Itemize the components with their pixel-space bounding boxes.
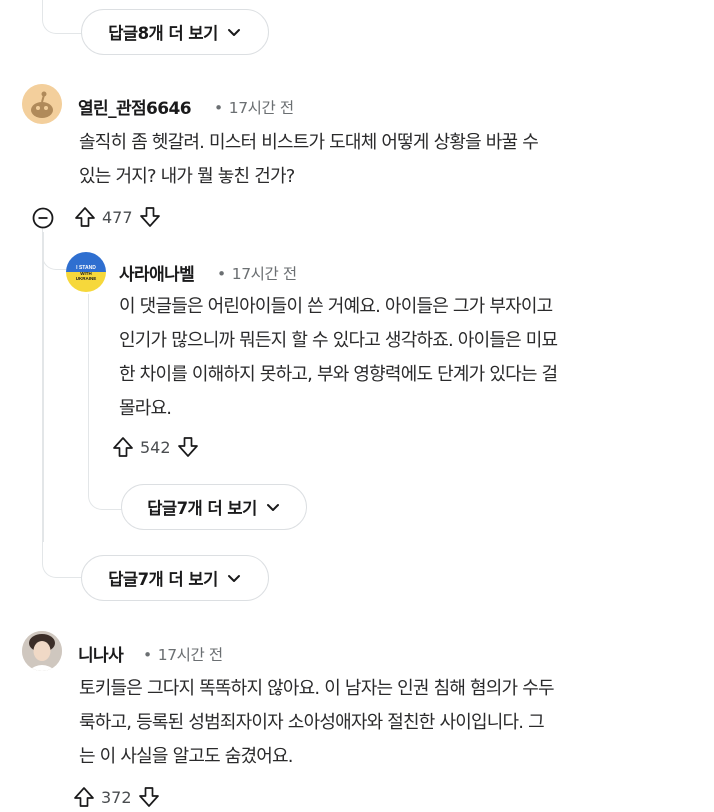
- comment-line: 룩하고, 등록된 성범죄자이자 소아성애자와 절친한 사이입니다. 그: [79, 712, 545, 733]
- upvote-icon[interactable]: [112, 436, 134, 458]
- comment-body: 토키들은 그다지 똑똑하지 않아요. 이 남자는 인권 침해 혐의가 수두 룩하…: [79, 672, 704, 774]
- more-replies-label: 답글7개 더 보기: [108, 570, 218, 589]
- comment-line: 는 이 사실을 알고도 숨겼어요.: [79, 746, 294, 767]
- collapse-thread-icon[interactable]: [31, 206, 55, 230]
- more-replies-label: 답글7개 더 보기: [147, 499, 257, 518]
- comment-more-replies-button[interactable]: 답글7개 더 보기: [81, 555, 269, 601]
- chevron-down-icon: [227, 575, 240, 582]
- vote-count: 372: [101, 787, 132, 807]
- comment-timestamp: • 17시간 전: [143, 646, 223, 664]
- snoo-avatar-icon: [22, 84, 62, 124]
- avatar[interactable]: [22, 84, 62, 124]
- thread-connector-reply-more: [88, 294, 122, 510]
- reply-more-replies-button[interactable]: 답글7개 더 보기: [121, 484, 307, 530]
- vote-bar: 542: [112, 436, 199, 458]
- downvote-icon[interactable]: [177, 436, 199, 458]
- svg-text:UKRAINE: UKRAINE: [76, 276, 97, 281]
- thread-connector-comment-more: [42, 540, 82, 578]
- upvote-icon[interactable]: [74, 206, 96, 228]
- profile-photo-icon: [22, 631, 62, 671]
- vote-bar: 372: [73, 786, 160, 808]
- more-replies-label: 답글8개 더 보기: [108, 24, 218, 43]
- thread-line-comment1: [42, 232, 44, 542]
- more-replies-button[interactable]: 답글8개 더 보기: [81, 9, 269, 55]
- reply-line: 이 댓글들은 어린아이들이 쓴 거예요. 아이들은 그가 부자이고: [119, 296, 553, 317]
- vote-bar: 477: [74, 206, 161, 228]
- ukraine-flag-avatar-icon: I STAND WITH UKRAINE: [66, 252, 106, 292]
- comment-timestamp: • 17시간 전: [214, 99, 294, 117]
- comment-line: 토키들은 그다지 똑똑하지 않아요. 이 남자는 인권 침해 혐의가 수두: [79, 678, 555, 699]
- comment-username[interactable]: 열린_관점6646: [78, 94, 192, 119]
- chevron-down-icon: [227, 29, 240, 36]
- comment-line: 있는 거지? 내가 뭘 놓친 건가?: [79, 166, 295, 187]
- reply-username[interactable]: 사라애나벨: [119, 260, 195, 285]
- reply-body: 이 댓글들은 어린아이들이 쓴 거예요. 아이들은 그가 부자이고 인기가 많으…: [119, 290, 699, 426]
- comment-username[interactable]: 니나사: [78, 641, 124, 666]
- vote-count: 477: [102, 207, 133, 227]
- avatar[interactable]: [22, 631, 62, 671]
- thread-connector-top: [42, 0, 82, 34]
- comment-line: 솔직히 좀 헷갈려. 미스터 비스트가 도대체 어떻게 상황을 바꿀 수: [79, 132, 539, 153]
- upvote-icon[interactable]: [73, 786, 95, 808]
- comment-body: 솔직히 좀 헷갈려. 미스터 비스트가 도대체 어떻게 상황을 바꿀 수 있는 …: [79, 126, 699, 194]
- reply-line: 몰라요.: [119, 398, 172, 419]
- downvote-icon[interactable]: [139, 206, 161, 228]
- vote-count: 542: [140, 437, 171, 457]
- chevron-down-icon: [266, 504, 279, 511]
- reply-line: 인기가 많으니까 뭐든지 할 수 있다고 생각하죠. 아이들은 미묘: [119, 330, 558, 351]
- reply-line: 한 차이를 이해하지 못하고, 부와 영향력에도 단계가 있다는 걸: [119, 364, 558, 385]
- avatar[interactable]: I STAND WITH UKRAINE: [66, 252, 106, 292]
- reply-timestamp: • 17시간 전: [217, 265, 297, 283]
- downvote-icon[interactable]: [138, 786, 160, 808]
